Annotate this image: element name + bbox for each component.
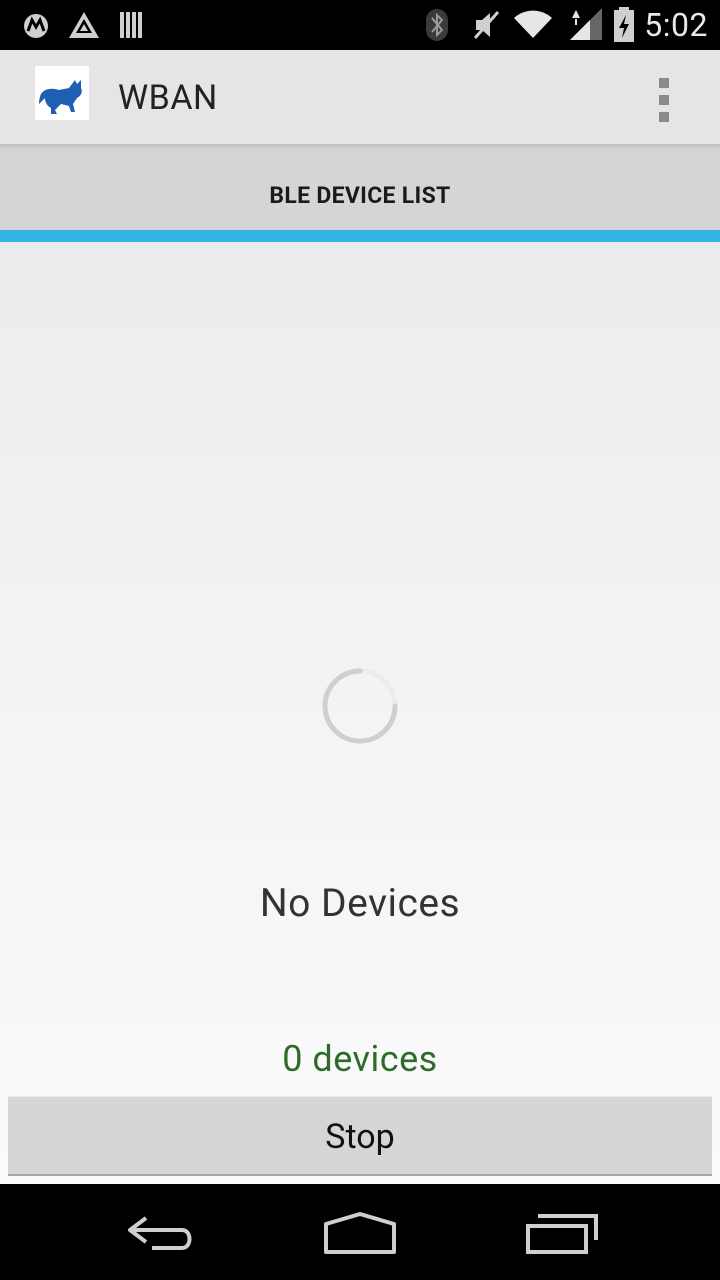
overflow-menu-icon[interactable] <box>644 76 684 122</box>
tab-selected-indicator <box>0 230 720 242</box>
loading-spinner-icon <box>322 668 398 744</box>
back-icon[interactable] <box>122 1212 196 1252</box>
status-time: 5:02 <box>644 6 708 44</box>
empty-state-text: No Devices <box>259 880 461 926</box>
signal-icon <box>570 8 602 40</box>
action-bar: WBAN <box>0 50 720 144</box>
recent-apps-icon[interactable] <box>524 1214 600 1256</box>
navigation-bar <box>0 1184 720 1280</box>
cat-logo-icon[interactable] <box>35 66 89 120</box>
app-notification-icon <box>69 12 99 38</box>
tab-ble-device-list[interactable]: BLE DEVICE LIST <box>0 144 720 230</box>
home-icon[interactable] <box>320 1210 400 1256</box>
bluetooth-icon <box>426 9 448 41</box>
mute-icon <box>473 11 500 39</box>
device-list-area: No Devices 0 devices Stop <box>0 242 720 1184</box>
wifi-icon <box>514 10 552 38</box>
stop-button-label: Stop <box>325 1117 395 1157</box>
app-title: WBAN <box>118 78 218 118</box>
tab-label: BLE DEVICE LIST <box>269 182 451 209</box>
stop-button[interactable]: Stop <box>8 1096 712 1176</box>
status-bar: 5:02 <box>0 0 720 50</box>
motorola-icon <box>24 14 48 38</box>
device-count: 0 devices <box>282 1038 438 1080</box>
battery-icon <box>614 7 634 42</box>
barcode-notification-icon <box>120 12 142 38</box>
